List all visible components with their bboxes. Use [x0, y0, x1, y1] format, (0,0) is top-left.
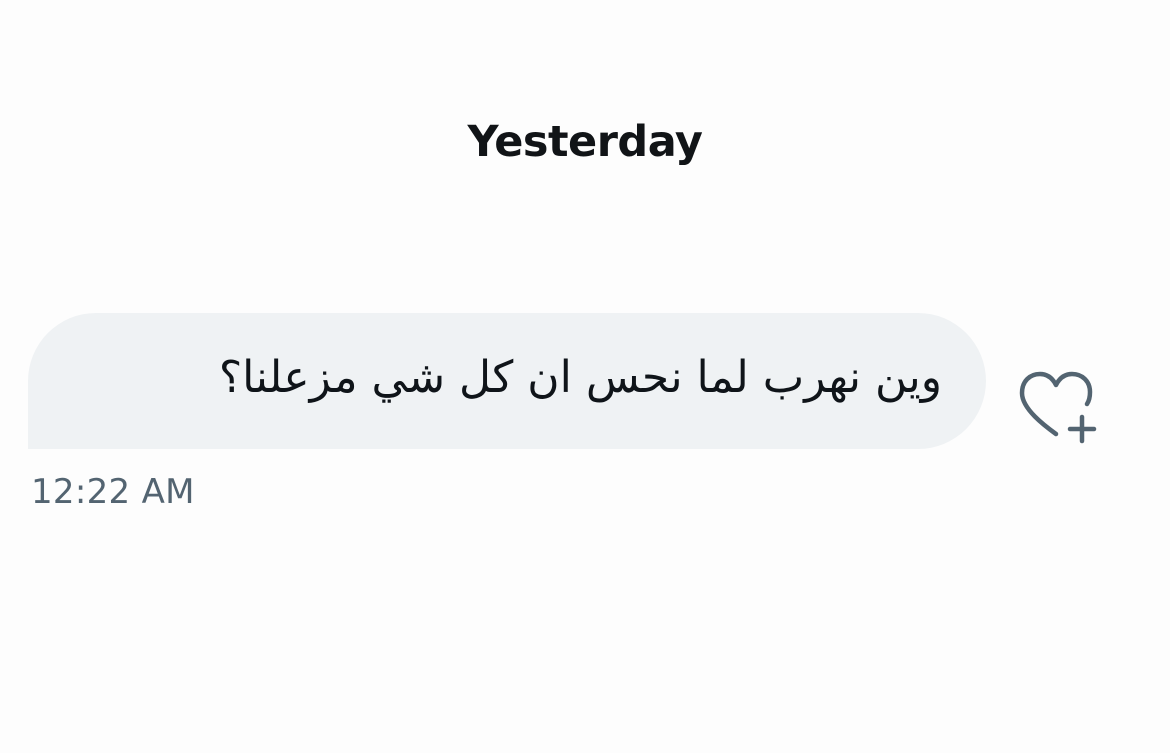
- message-timestamp: 12:22 AM: [31, 472, 195, 512]
- message-bubble[interactable]: وين نهرب لما نحس ان كل شي مزعلنا؟: [28, 313, 986, 449]
- dm-conversation-view: Yesterday وين نهرب لما نحس ان كل شي مزعل…: [0, 0, 1170, 753]
- add-reaction-button[interactable]: [1012, 364, 1104, 444]
- day-divider: Yesterday: [467, 117, 703, 167]
- message-text: وين نهرب لما نحس ان كل شي مزعلنا؟: [218, 351, 942, 403]
- heart-plus-icon: [1019, 371, 1097, 444]
